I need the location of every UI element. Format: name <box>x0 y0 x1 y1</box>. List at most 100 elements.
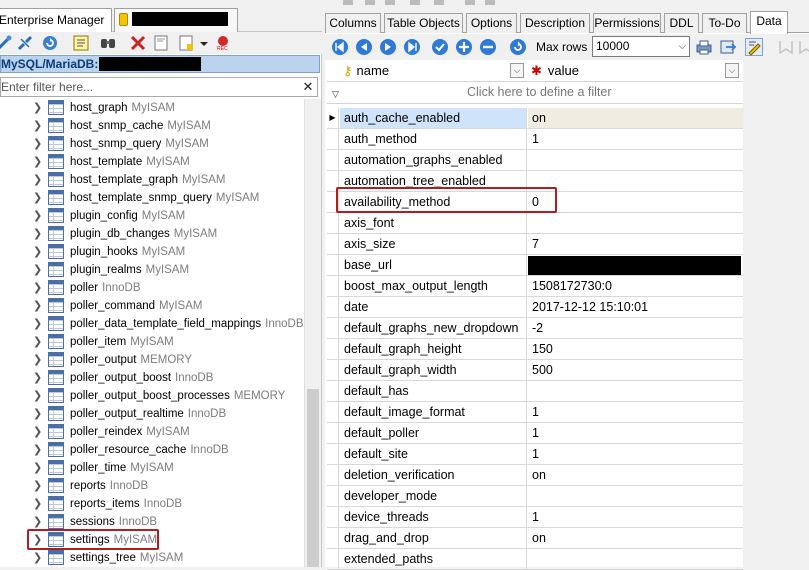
cell-value[interactable] <box>528 213 743 233</box>
tree-item-table[interactable]: ❯ plugin_hooks MyISAM <box>0 243 304 261</box>
cell-name[interactable]: developer_mode <box>340 486 527 506</box>
cell-name[interactable]: default_graphs_new_dropdown <box>340 318 527 338</box>
tree-item-table[interactable]: ❯ plugin_realms MyISAM <box>0 261 304 279</box>
disconnect-icon[interactable] <box>17 35 33 51</box>
row-indicator[interactable] <box>327 255 339 275</box>
ddl-dropdown-icon[interactable] <box>178 35 194 51</box>
tree-item-table[interactable]: ❯ settings MyISAM <box>0 529 304 550</box>
tree-item-table[interactable]: ❯ poller_reindex MyISAM <box>0 423 304 441</box>
table-row[interactable]: axis_size 7 <box>327 234 743 255</box>
tree-item-table[interactable]: ❯ plugin_config MyISAM <box>0 207 304 225</box>
tree-scrollbar[interactable] <box>304 99 321 567</box>
table-row[interactable]: auth_method 1 <box>327 129 743 150</box>
table-row[interactable]: default_graph_width 500 <box>327 360 743 381</box>
cell-value[interactable]: on <box>528 465 743 485</box>
chevron-right-icon[interactable]: ❯ <box>33 353 43 367</box>
chevron-right-icon[interactable]: ❯ <box>33 101 43 115</box>
tab-ddl[interactable]: DDL <box>664 13 699 33</box>
cell-value[interactable]: 2017-12-12 15:10:01 <box>528 297 743 317</box>
cell-value[interactable] <box>528 255 743 275</box>
toolbar-icon[interactable] <box>485 0 495 5</box>
tab-table-objects[interactable]: Table Objects <box>384 13 463 33</box>
chevron-down-icon[interactable] <box>196 35 208 51</box>
tree-item-table[interactable]: ❯ reports InnoDB <box>0 477 304 495</box>
row-indicator[interactable] <box>327 318 339 338</box>
refresh-data-icon[interactable] <box>509 38 527 56</box>
tree-item-table[interactable]: ❯ host_template_snmp_query MyISAM <box>0 189 304 207</box>
tree-item-table[interactable]: ❯ reports_items InnoDB <box>0 495 304 513</box>
cell-value[interactable]: 1 <box>528 129 743 149</box>
row-indicator[interactable] <box>327 234 339 254</box>
table-row[interactable]: default_poller 1 <box>327 423 743 444</box>
connect-icon[interactable] <box>0 35 12 51</box>
tree-item-table[interactable]: ❯ poller_output_boost InnoDB <box>0 369 304 387</box>
tree-item-table[interactable]: ❯ poller_data_template_field_mappings Inno… <box>0 315 304 333</box>
cell-name[interactable]: date <box>340 297 527 317</box>
column-header-value[interactable]: ✱ value ⌵ <box>531 60 741 82</box>
cell-name[interactable]: drag_and_drop <box>340 528 527 548</box>
tree-item-table[interactable]: ❯ poller_time MyISAM <box>0 459 304 477</box>
chevron-down-icon[interactable]: ⌵ <box>510 63 524 78</box>
tree-item-table[interactable]: ❯ host_graph MyISAM <box>0 99 304 117</box>
cell-value[interactable]: 1 <box>528 444 743 464</box>
cell-name[interactable]: automation_graphs_enabled <box>340 150 527 170</box>
cell-name[interactable]: default_site <box>340 444 527 464</box>
table-row[interactable]: default_image_format 1 <box>327 402 743 423</box>
grid-filter-row[interactable]: ▽ Click here to define a filter <box>327 82 743 104</box>
tree-item-table[interactable]: ❯ poller_output_realtime InnoDB <box>0 405 304 423</box>
ddl-icon[interactable] <box>153 35 169 51</box>
row-indicator[interactable] <box>327 465 339 485</box>
chevron-right-icon[interactable]: ❯ <box>33 515 43 529</box>
post-edit-icon[interactable] <box>431 38 449 56</box>
cell-name[interactable]: axis_font <box>340 213 527 233</box>
table-row[interactable]: ▶ auth_cache_enabled on <box>327 108 743 129</box>
table-row[interactable]: default_has <box>327 381 743 402</box>
chevron-right-icon[interactable]: ❯ <box>33 335 43 349</box>
cell-value[interactable]: 150 <box>528 339 743 359</box>
chevron-right-icon[interactable]: ❯ <box>33 191 43 205</box>
refresh-icon[interactable] <box>42 35 58 51</box>
cell-value[interactable] <box>528 549 743 569</box>
insert-record-icon[interactable] <box>455 38 473 56</box>
cell-value[interactable] <box>528 171 743 191</box>
chevron-right-icon[interactable]: ❯ <box>33 137 43 151</box>
row-indicator[interactable] <box>327 423 339 443</box>
sql-editor-icon[interactable] <box>73 35 89 51</box>
cell-name[interactable]: boost_max_output_length <box>340 276 527 296</box>
toolbar-icon[interactable] <box>385 0 395 5</box>
cell-value[interactable]: 500 <box>528 360 743 380</box>
row-indicator[interactable] <box>327 150 339 170</box>
cell-name[interactable]: device_threads <box>340 507 527 527</box>
cell-value[interactable] <box>528 150 743 170</box>
chevron-down-icon[interactable]: ⌵ <box>725 63 739 78</box>
table-row[interactable]: drag_and_drop on <box>327 528 743 549</box>
table-row[interactable]: default_site 1 <box>327 444 743 465</box>
table-row[interactable]: default_graphs_new_dropdown -2 <box>327 318 743 339</box>
tree-item-table[interactable]: ❯ host_snmp_cache MyISAM <box>0 117 304 135</box>
tree-item-table[interactable]: ❯ poller_output_boost_processes MEMORY <box>0 387 304 405</box>
chevron-right-icon[interactable]: ❯ <box>33 407 43 421</box>
cell-name[interactable]: auth_cache_enabled <box>340 108 527 128</box>
chevron-right-icon[interactable]: ❯ <box>33 119 43 133</box>
cell-value[interactable]: 0 <box>528 192 743 212</box>
connection-header[interactable]: MySQL/MariaDB: <box>0 55 320 73</box>
toolbar-icon[interactable] <box>410 0 420 5</box>
table-row[interactable]: default_graph_height 150 <box>327 339 743 360</box>
cell-name[interactable]: axis_size <box>340 234 527 254</box>
cell-name[interactable]: default_graph_width <box>340 360 527 380</box>
cell-name[interactable]: default_graph_height <box>340 339 527 359</box>
chevron-right-icon[interactable]: ❯ <box>33 281 43 295</box>
scrollbar-thumb[interactable] <box>307 389 319 567</box>
table-row[interactable]: automation_graphs_enabled <box>327 150 743 171</box>
close-icon[interactable]: ✕ <box>301 80 315 94</box>
cell-value[interactable]: 1 <box>528 507 743 527</box>
tree-item-table[interactable]: ❯ host_template_graph MyISAM <box>0 171 304 189</box>
delete-record-icon[interactable] <box>479 38 497 56</box>
chevron-right-icon[interactable]: ❯ <box>33 371 43 385</box>
row-indicator[interactable] <box>327 129 339 149</box>
chevron-right-icon[interactable]: ❯ <box>33 299 43 313</box>
row-indicator[interactable] <box>327 339 339 359</box>
cell-name[interactable]: default_poller <box>340 423 527 443</box>
cell-value[interactable]: on <box>528 108 743 128</box>
tree-item-table[interactable]: ❯ host_template MyISAM <box>0 153 304 171</box>
